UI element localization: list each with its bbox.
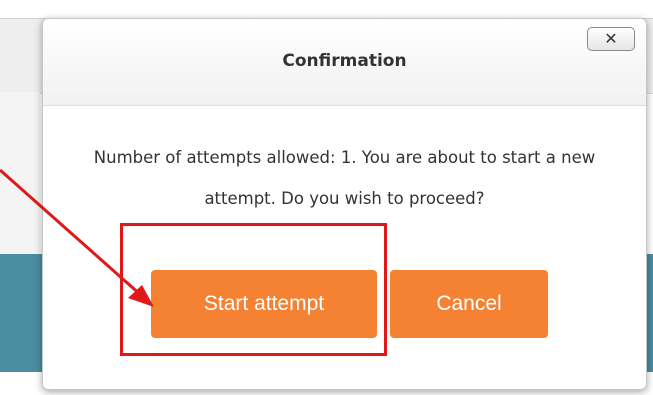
dialog-message: Number of attempts allowed: 1. You are a… bbox=[93, 148, 596, 208]
close-icon: ✕ bbox=[604, 29, 618, 48]
background-top-strip bbox=[0, 0, 653, 18]
dialog-header: Confirmation ✕ bbox=[43, 19, 646, 106]
dialog-title: Confirmation bbox=[282, 51, 407, 71]
background-left-panel bbox=[0, 92, 40, 254]
close-button[interactable]: ✕ bbox=[587, 27, 635, 51]
annotation-highlight-box bbox=[120, 223, 387, 356]
cancel-button[interactable]: Cancel bbox=[390, 270, 548, 338]
